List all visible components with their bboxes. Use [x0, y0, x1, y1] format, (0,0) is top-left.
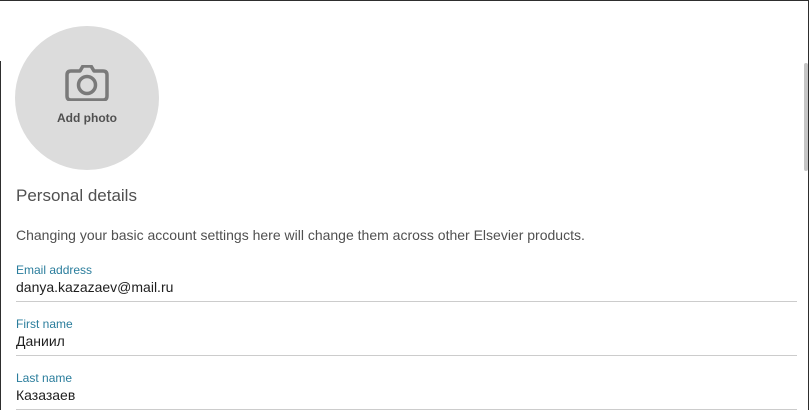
last-name-input[interactable]: Казазаев [16, 387, 797, 403]
section-description: Changing your basic account settings her… [16, 227, 585, 243]
camera-icon [65, 65, 109, 101]
account-settings-panel: Add photo Personal details Changing your… [0, 0, 809, 410]
email-field: Email address danya.kazazaev@mail.ru [16, 263, 797, 302]
email-value[interactable]: danya.kazazaev@mail.ru [16, 279, 797, 295]
add-photo-button[interactable]: Add photo [15, 26, 159, 170]
section-title: Personal details [16, 186, 137, 205]
add-photo-label: Add photo [57, 111, 117, 125]
first-name-label: First name [16, 317, 73, 331]
first-name-field: First name Даниил [16, 317, 797, 356]
last-name-field: Last name Казазаев [16, 371, 797, 410]
last-name-label: Last name [16, 371, 73, 385]
first-name-input[interactable]: Даниил [16, 333, 797, 349]
panel-left-border [0, 61, 1, 410]
email-label: Email address [16, 263, 93, 277]
vertical-scrollbar[interactable] [804, 63, 808, 171]
